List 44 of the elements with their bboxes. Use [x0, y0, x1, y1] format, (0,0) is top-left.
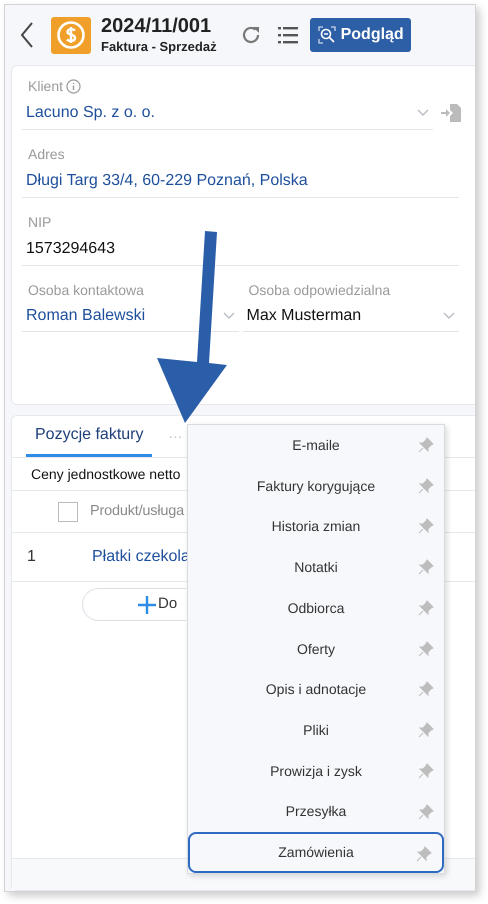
pin-icon[interactable]: [418, 681, 434, 698]
chevron-down-icon: [443, 312, 455, 320]
tab[interactable]: Pozycje faktury: [26, 415, 152, 457]
pin-icon[interactable]: [418, 722, 434, 738]
pin-icon[interactable]: [418, 559, 434, 576]
row-number: 1: [26, 547, 37, 567]
document-import-icon[interactable]: [441, 104, 461, 122]
menu-item[interactable]: Opis i adnotacje: [188, 669, 444, 710]
menu-item[interactable]: Pliki: [188, 710, 444, 751]
pin-icon[interactable]: [418, 437, 434, 453]
field-label: Osoba kontaktowa: [27, 281, 145, 300]
pin-icon[interactable]: [418, 804, 434, 820]
menu-item[interactable]: Historia zmian: [188, 506, 444, 548]
menu-item[interactable]: Odbiorca: [188, 588, 444, 629]
document-number: 2024/11/001: [101, 14, 212, 40]
checkbox[interactable]: [58, 502, 78, 522]
chevron-down-icon: [222, 312, 234, 320]
select-field[interactable]: Max Musterman: [242, 300, 459, 332]
menu-item[interactable]: Notatki: [188, 547, 444, 588]
menu-item[interactable]: Zamówienia: [188, 832, 444, 874]
menu-item[interactable]: Prowizja i zysk: [188, 750, 444, 792]
plus-icon: [137, 594, 157, 614]
preview-button[interactable]: Podgląd: [310, 18, 411, 52]
menu-item[interactable]: Przesyłka: [188, 792, 444, 832]
pin-icon[interactable]: [418, 600, 434, 616]
pin-icon[interactable]: [418, 640, 434, 657]
pin-icon[interactable]: [418, 762, 434, 779]
add-button[interactable]: Do: [82, 588, 186, 621]
field-label: Osoba odpowiedzialna: [248, 281, 392, 300]
input-field[interactable]: Długi Targ 33/4, 60-229 Poznań, Polska: [22, 164, 459, 198]
pin-icon[interactable]: [418, 518, 434, 534]
field-label: Klient: [28, 76, 64, 96]
menu-item[interactable]: Oferty: [188, 628, 444, 670]
info-icon: [66, 78, 82, 94]
field-label: Adres: [28, 144, 65, 164]
dollar-icon: [56, 20, 86, 50]
input-field[interactable]: Lacuno Sp. z o. o.: [22, 96, 433, 130]
chevron-down-icon: [417, 108, 429, 116]
pin-icon[interactable]: [418, 478, 434, 494]
magnifier-icon: [316, 25, 337, 45]
field-label: NIP: [28, 212, 52, 232]
document-type: Faktura - Sprzedaż: [101, 39, 217, 56]
pin-icon[interactable]: [416, 846, 432, 862]
column-header: Produkt/usługa: [90, 502, 184, 521]
